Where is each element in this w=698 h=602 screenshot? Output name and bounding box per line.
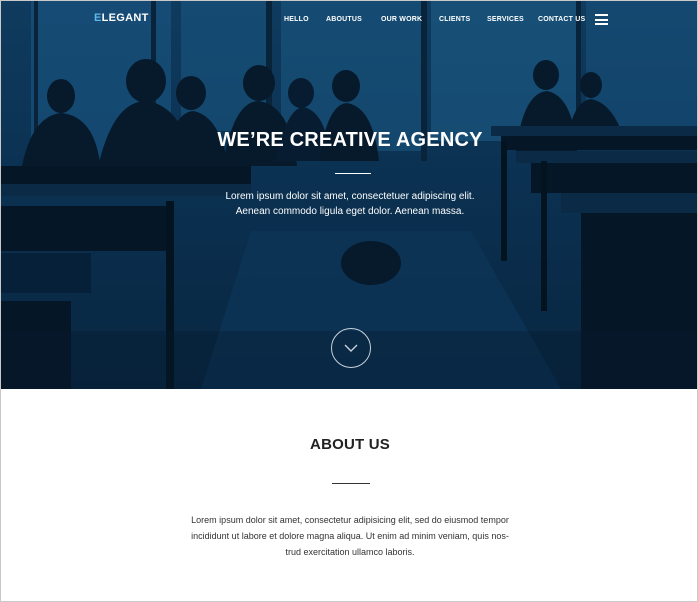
nav-item-services[interactable]: SERVICES (487, 16, 524, 23)
about-text-line-3: trud exercitation ullamco laboris. (285, 547, 415, 557)
nav-item-aboutus[interactable]: ABOUTUS (326, 16, 362, 23)
about-description: Lorem ipsum dolor sit amet, consectetur … (1, 512, 697, 560)
hero-divider (335, 173, 371, 174)
about-text-line-1: Lorem ipsum dolor sit amet, consectetur … (191, 515, 509, 525)
nav-item-hello[interactable]: HELLO (284, 16, 309, 23)
about-text-line-2: incididunt ut labore et dolore magna ali… (191, 531, 509, 541)
brand-logo[interactable]: ELEGANT (94, 12, 149, 24)
hero-description: Lorem ipsum dolor sit amet, consectetuer… (1, 189, 697, 219)
hero-section: ELEGANT HELLO ABOUTUS OUR WORK CLIENTS S… (1, 1, 697, 389)
page-frame: ELEGANT HELLO ABOUTUS OUR WORK CLIENTS S… (0, 0, 698, 602)
nav-item-clients[interactable]: CLIENTS (439, 16, 470, 23)
scroll-down-button[interactable] (331, 328, 371, 368)
hero-text-line-2: Aenean commodo ligula eget dolor. Aenean… (235, 206, 465, 217)
hero-title: WE’RE CREATIVE AGENCY (217, 129, 483, 151)
hero-text-line-1: Lorem ipsum dolor sit amet, consectetuer… (225, 191, 475, 202)
hamburger-menu-icon[interactable] (595, 14, 608, 25)
logo-mark: E (94, 12, 102, 24)
nav-item-contact-us[interactable]: CONTACT US (538, 16, 585, 23)
nav-item-our-work[interactable]: OUR WORK (381, 16, 422, 23)
about-divider (332, 483, 370, 484)
top-navbar: ELEGANT HELLO ABOUTUS OUR WORK CLIENTS S… (1, 1, 697, 39)
about-title: ABOUT US (310, 436, 390, 453)
logo-text: LEGANT (101, 12, 149, 24)
chevron-down-icon (344, 344, 358, 352)
